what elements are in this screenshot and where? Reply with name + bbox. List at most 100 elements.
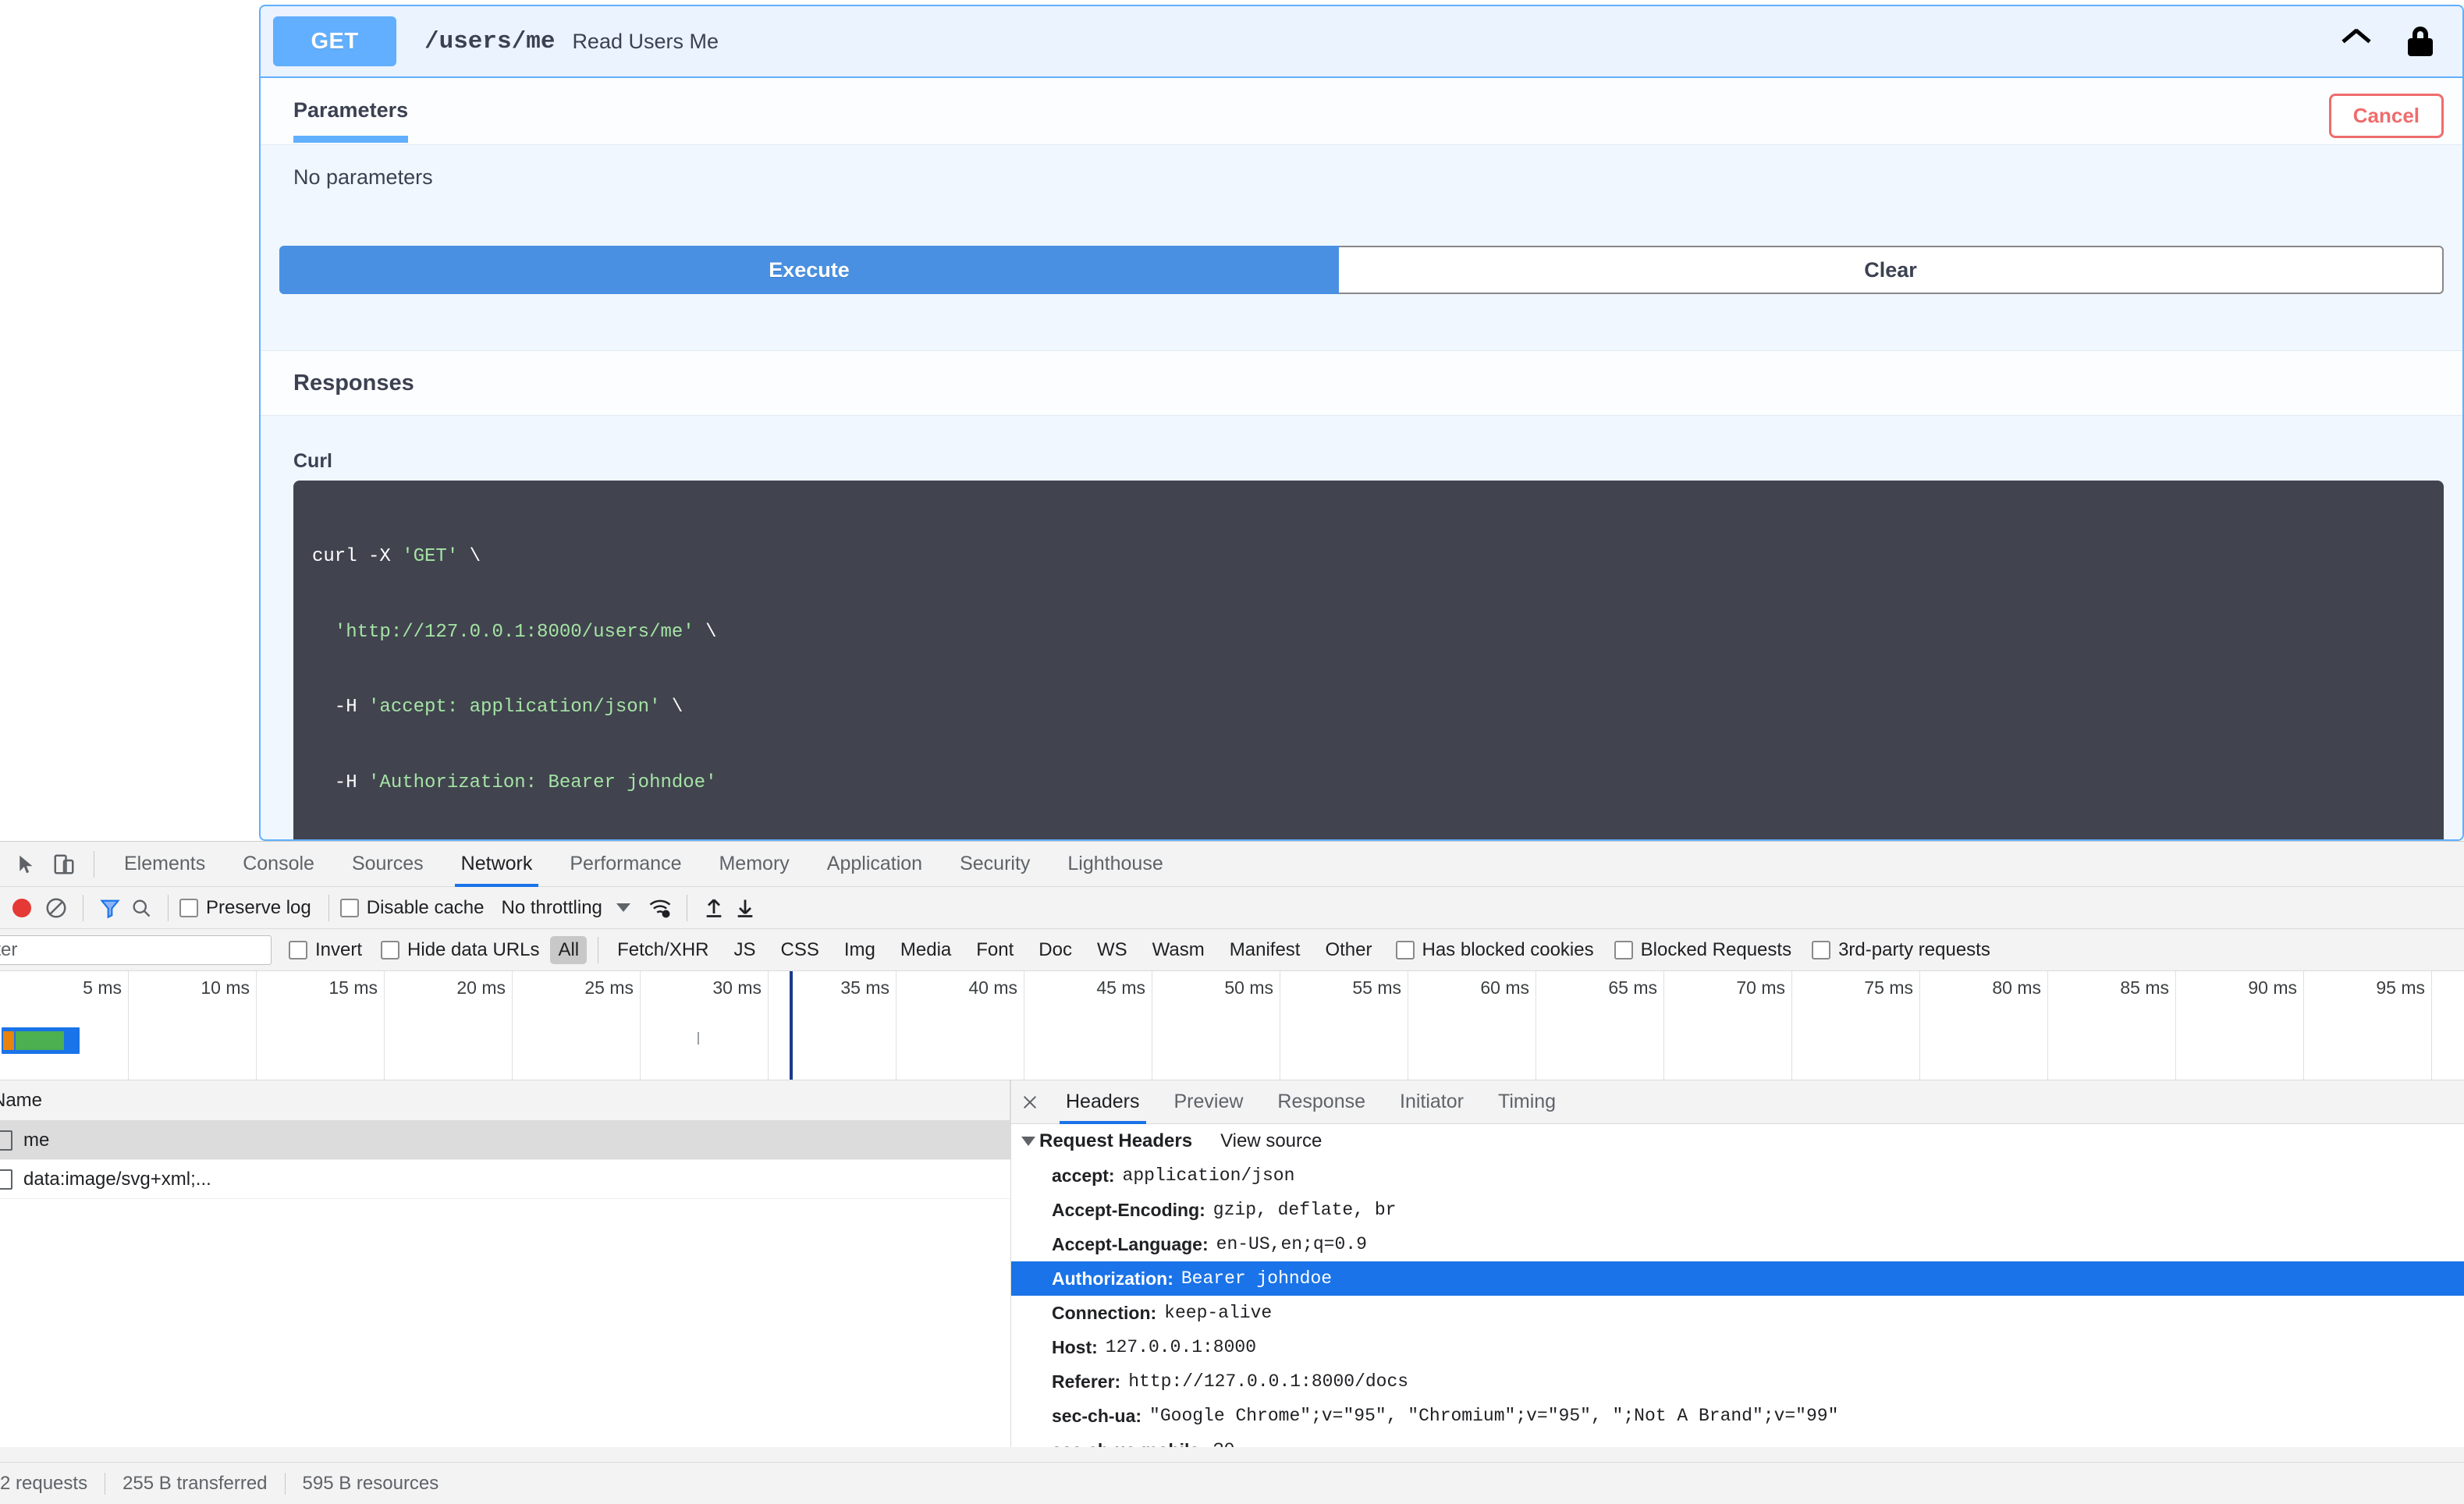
filter-type-doc[interactable]: Doc <box>1031 936 1080 964</box>
header-row[interactable]: Host: 127.0.0.1:8000 <box>1011 1330 2464 1364</box>
tab-network[interactable]: Network <box>442 842 552 887</box>
inspect-element-button[interactable] <box>8 848 45 881</box>
preserve-log-checkbox[interactable]: Preserve log <box>179 897 311 919</box>
overview-tick-label: 10 ms <box>201 977 250 998</box>
header-name: Referer: <box>1052 1371 1121 1392</box>
checkbox-box[interactable] <box>1812 940 1831 960</box>
header-row[interactable]: Accept-Language: en-US,en;q=0.9 <box>1011 1227 2464 1261</box>
tab-parameters[interactable]: Parameters <box>293 78 409 143</box>
search-button[interactable] <box>126 892 157 924</box>
export-har-button[interactable] <box>730 892 761 924</box>
tab-lighthouse[interactable]: Lighthouse <box>1049 842 1181 887</box>
preserve-log-label: Preserve log <box>206 896 311 918</box>
opblock-summary[interactable]: GET /users/me Read Users Me <box>261 6 2462 78</box>
tab-performance[interactable]: Performance <box>551 842 700 887</box>
tab-application[interactable]: Application <box>808 842 941 887</box>
collapse-toggle-button[interactable] <box>2334 20 2378 63</box>
http-method-badge[interactable]: GET <box>273 16 396 66</box>
overview-tick-label: 90 ms <box>2248 977 2297 998</box>
invert-checkbox[interactable]: Invert <box>289 939 362 961</box>
tab-memory[interactable]: Memory <box>700 842 808 887</box>
network-conditions-button[interactable] <box>644 892 676 924</box>
overview-tick-label: 5 ms <box>83 977 122 998</box>
filter-type-all[interactable]: All <box>550 935 588 964</box>
clear-network-log-button[interactable] <box>41 892 72 924</box>
filter-type-media[interactable]: Media <box>893 936 959 964</box>
cancel-button[interactable]: Cancel <box>2328 94 2444 138</box>
has-blocked-cookies-checkbox[interactable]: Has blocked cookies <box>1395 939 1594 961</box>
chevron-down-icon[interactable] <box>616 903 630 912</box>
detail-tab-response[interactable]: Response <box>1260 1080 1383 1124</box>
network-filter-bar: Filter Invert Hide data URLs All Fetch/X… <box>0 929 2464 971</box>
filter-type-other[interactable]: Other <box>1317 936 1379 964</box>
network-overview-timeline[interactable]: 5 ms 10 ms 15 ms 20 ms 25 ms 30 ms 35 ms 40 ms 4… <box>0 971 2464 1080</box>
filter-button[interactable] <box>94 892 126 924</box>
detail-tab-timing[interactable]: Timing <box>1481 1080 1573 1124</box>
curl-code-block[interactable]: curl -X 'GET' \ 'http://127.0.0.1:8000/u… <box>293 481 2444 839</box>
table-row[interactable]: data:image/svg+xml;... <box>0 1160 1010 1199</box>
tab-console[interactable]: Console <box>224 842 333 887</box>
table-row[interactable]: me <box>0 1121 1010 1160</box>
header-row[interactable]: sec-ch-ua-mobile: ?0 <box>1011 1433 2464 1448</box>
filter-type-img[interactable]: Img <box>836 936 883 964</box>
clear-button[interactable]: Clear <box>1339 246 2444 294</box>
header-row[interactable]: accept: application/json <box>1011 1158 2464 1193</box>
view-source-link[interactable]: View source <box>1220 1130 1322 1152</box>
import-har-button[interactable] <box>698 892 730 924</box>
checkbox-box[interactable] <box>289 940 307 960</box>
checkbox-box[interactable] <box>381 940 400 960</box>
overview-segment-queue <box>3 1031 14 1050</box>
curl-cont: \ <box>660 697 683 718</box>
filter-type-js[interactable]: JS <box>726 936 764 964</box>
tab-elements[interactable]: Elements <box>105 842 224 887</box>
inspect-element-icon <box>20 855 33 873</box>
tab-security[interactable]: Security <box>941 842 1049 887</box>
record-stop-icon[interactable] <box>12 898 31 917</box>
checkbox-box[interactable] <box>179 898 198 917</box>
checkbox-box[interactable] <box>1395 940 1415 960</box>
filter-type-wasm[interactable]: Wasm <box>1145 936 1212 964</box>
close-detail-button[interactable] <box>1011 1094 1049 1111</box>
filter-type-css[interactable]: CSS <box>773 936 827 964</box>
disable-cache-checkbox[interactable]: Disable cache <box>339 897 484 919</box>
parameters-area: No parameters Execute Clear <box>261 145 2462 294</box>
filter-type-manifest[interactable]: Manifest <box>1222 936 1308 964</box>
detail-tab-preview[interactable]: Preview <box>1157 1080 1261 1124</box>
header-row[interactable]: Connection: keep-alive <box>1011 1296 2464 1330</box>
import-har-icon <box>706 899 722 917</box>
filter-type-font[interactable]: Font <box>968 936 1021 964</box>
overview-minor-bar <box>698 1032 699 1045</box>
request-name: me <box>23 1129 50 1151</box>
overview-event-marker <box>790 971 793 1080</box>
filter-type-ws[interactable]: WS <box>1089 936 1135 964</box>
blocked-requests-checkbox[interactable]: Blocked Requests <box>1614 939 1791 961</box>
throttling-select[interactable]: No throttling <box>501 897 602 919</box>
overview-tick-line <box>384 971 385 1080</box>
filter-type-fetch-xhr[interactable]: Fetch/XHR <box>609 936 716 964</box>
third-party-requests-checkbox[interactable]: 3rd-party requests <box>1812 939 1990 961</box>
device-toolbar-button[interactable] <box>45 848 83 881</box>
authorize-lock-button[interactable] <box>2398 20 2442 63</box>
column-header-name[interactable]: Name <box>0 1080 1010 1120</box>
header-row[interactable]: sec-ch-ua: "Google Chrome";v="95", "Chro… <box>1011 1399 2464 1433</box>
detail-tab-headers[interactable]: Headers <box>1049 1080 1157 1124</box>
request-headers-section-header[interactable]: Request Headers View source <box>1011 1124 2464 1158</box>
third-party-requests-label: 3rd-party requests <box>1838 938 1990 960</box>
header-row[interactable]: Accept-Encoding: gzip, deflate, br <box>1011 1193 2464 1227</box>
hide-data-urls-checkbox[interactable]: Hide data URLs <box>381 939 539 961</box>
checkbox-box[interactable] <box>339 898 359 917</box>
header-name: sec-ch-ua: <box>1052 1405 1142 1426</box>
invert-label: Invert <box>315 938 363 960</box>
execute-button[interactable]: Execute <box>279 246 1339 294</box>
filter-input[interactable]: Filter <box>0 935 272 965</box>
header-row-authorization[interactable]: Authorization: Bearer johndoe <box>1011 1261 2464 1296</box>
tab-sources[interactable]: Sources <box>333 842 442 887</box>
header-row[interactable]: Referer: http://127.0.0.1:8000/docs <box>1011 1364 2464 1399</box>
devtools-panel: Elements Console Sources Network Perform… <box>0 841 2464 1504</box>
overview-tick-label: 65 ms <box>1608 977 1657 998</box>
detail-tab-initiator[interactable]: Initiator <box>1383 1080 1481 1124</box>
checkbox-box[interactable] <box>1614 940 1633 960</box>
network-conditions-icon <box>649 899 671 917</box>
overview-tick-line <box>2431 971 2432 1080</box>
triangle-down-icon[interactable] <box>1021 1137 1035 1146</box>
